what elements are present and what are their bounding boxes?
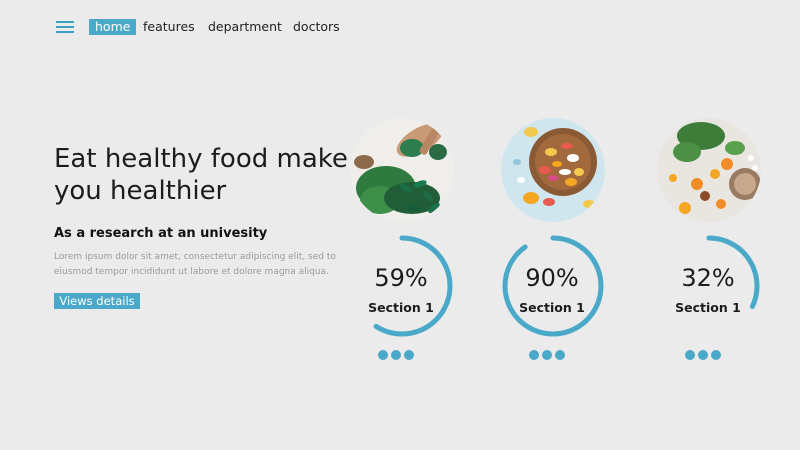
section-label: Section 1 (368, 300, 434, 315)
nav-item-home[interactable]: home (89, 19, 137, 35)
dot[interactable] (529, 350, 539, 360)
colorful-pills-bowl-photo (501, 118, 605, 222)
dot[interactable] (404, 350, 414, 360)
percent-value: 32% (681, 264, 735, 292)
stat-card: 32% Section 1 (655, 118, 765, 368)
dots-indicator (685, 350, 731, 362)
menu-icon[interactable] (56, 21, 74, 34)
hero-subheading: As a research at an univesity (54, 226, 268, 241)
dot[interactable] (391, 350, 401, 360)
dot[interactable] (542, 350, 552, 360)
fruits-and-herbs-photo (657, 118, 761, 222)
hero-headline: Eat healthy food make you healthier (54, 144, 348, 206)
stat-card: 90% Section 1 (499, 118, 609, 368)
nav-item-doctors[interactable]: doctors (293, 19, 340, 35)
dot[interactable] (555, 350, 565, 360)
dot[interactable] (378, 350, 388, 360)
views-details-button[interactable]: Views details (54, 293, 140, 309)
nav-item-department[interactable]: department (208, 19, 282, 35)
stat-card: 59% Section 1 (348, 118, 458, 368)
nav-item-features[interactable]: features (143, 19, 195, 35)
dot[interactable] (698, 350, 708, 360)
section-label: Section 1 (675, 300, 741, 315)
dots-indicator (529, 350, 575, 362)
percent-value: 90% (525, 264, 579, 292)
hero-body-text: Lorem ipsum dolor sit amet, consectetur … (54, 252, 336, 277)
percent-value: 59% (374, 264, 428, 292)
dot[interactable] (711, 350, 721, 360)
dot[interactable] (685, 350, 695, 360)
top-nav: home features department doctors (0, 0, 800, 52)
capsules-and-greens-photo (350, 118, 454, 222)
section-label: Section 1 (519, 300, 585, 315)
dots-indicator (378, 350, 424, 362)
